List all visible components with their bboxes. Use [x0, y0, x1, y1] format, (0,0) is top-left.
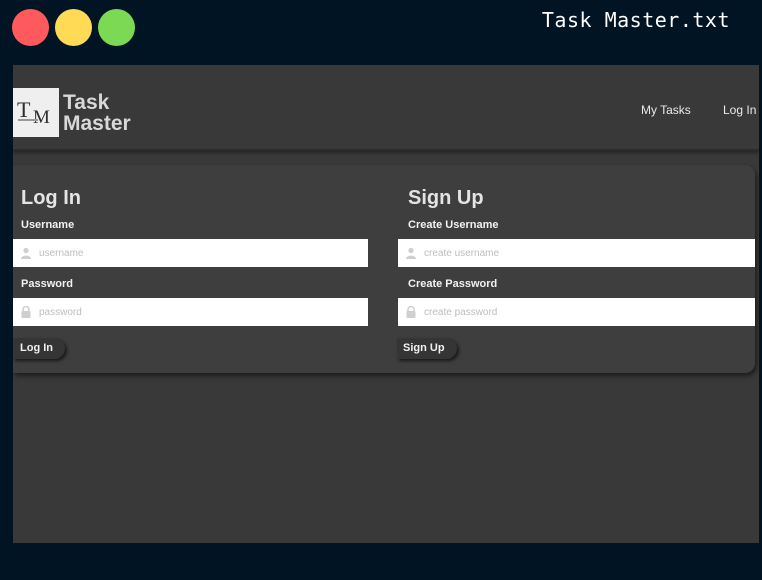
navbar: T M Task Master My Tasks Log In: [13, 65, 759, 151]
brand-name[interactable]: Task Master: [63, 92, 131, 134]
username-label: Username: [21, 219, 75, 231]
create-password-input[interactable]: [424, 298, 744, 326]
minimize-button[interactable]: [55, 9, 92, 46]
login-title: Log In: [21, 187, 81, 209]
maximize-button[interactable]: [98, 9, 135, 46]
app-viewport: T M Task Master My Tasks Log In Log In U…: [13, 65, 759, 543]
create-username-field[interactable]: [398, 239, 755, 267]
log-in-button[interactable]: Log In: [13, 338, 65, 359]
logo[interactable]: T M: [13, 88, 59, 137]
password-field[interactable]: [13, 298, 368, 326]
nav-log-in-link[interactable]: Log In: [723, 103, 756, 117]
close-button[interactable]: [12, 9, 49, 46]
window: Task Master.txt T M Task Master My Tasks…: [0, 0, 762, 580]
auth-panel: Log In Username Password: [13, 165, 755, 373]
nav-my-tasks-link[interactable]: My Tasks: [641, 103, 691, 117]
signup-title: Sign Up: [408, 187, 484, 209]
brand-line-2: Master: [63, 112, 131, 135]
logo-rule: [18, 119, 38, 121]
window-title: Task Master.txt: [541, 8, 730, 32]
create-password-label: Create Password: [408, 278, 498, 290]
password-label: Password: [21, 278, 73, 290]
username-input[interactable]: [39, 239, 359, 267]
create-password-field[interactable]: [398, 298, 755, 326]
create-username-input[interactable]: [424, 239, 744, 267]
lock-icon: [21, 306, 31, 318]
username-field[interactable]: [13, 239, 368, 267]
user-icon: [406, 247, 416, 259]
user-icon: [21, 247, 31, 259]
logo-monogram-m: M: [33, 107, 50, 128]
create-username-label: Create Username: [408, 219, 499, 231]
lock-icon: [406, 306, 416, 318]
brand-line-1: Task: [63, 91, 110, 114]
password-input[interactable]: [39, 298, 359, 326]
sign-up-button[interactable]: Sign Up: [397, 338, 457, 359]
